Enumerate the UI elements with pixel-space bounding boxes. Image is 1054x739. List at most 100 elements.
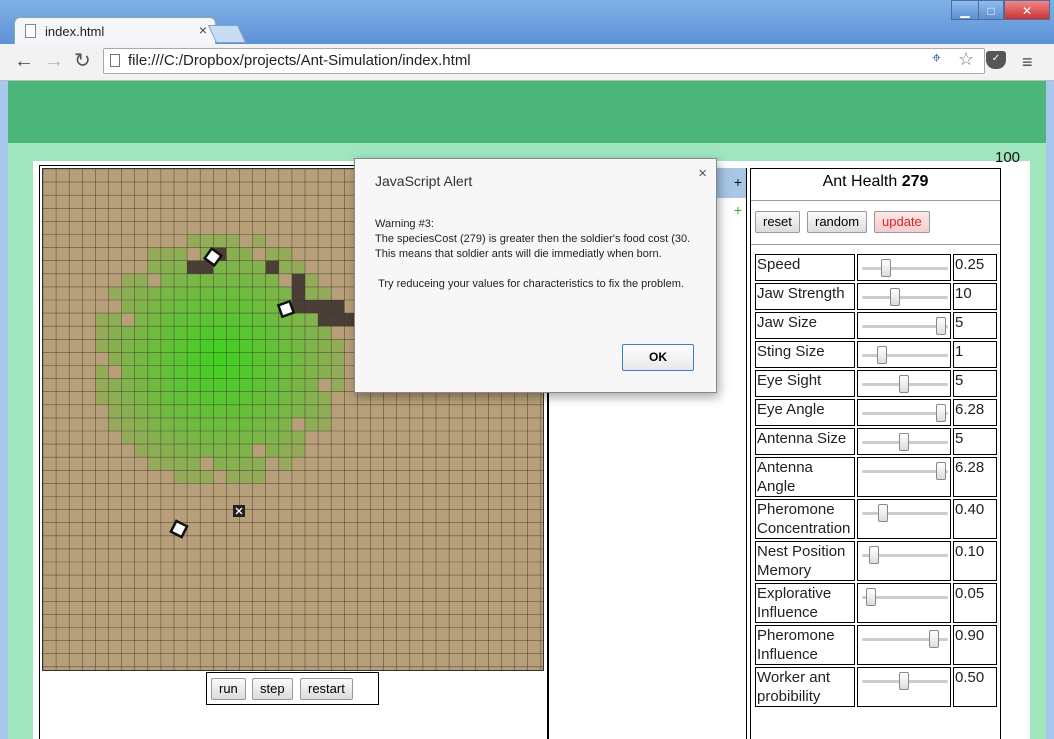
url-text[interactable]: file:///C:/Dropbox/projects/Ant-Simulati… <box>128 52 471 69</box>
param-slider[interactable] <box>857 625 951 665</box>
slider-thumb[interactable] <box>890 288 901 306</box>
param-slider[interactable] <box>857 541 951 581</box>
maximize-button[interactable]: □ <box>978 0 1004 20</box>
pheromone-cell <box>265 286 279 300</box>
param-row: Eye Sight 5 <box>755 370 997 397</box>
slider-thumb[interactable] <box>899 672 909 690</box>
param-value[interactable]: 0.05 <box>953 583 997 623</box>
slider-track[interactable] <box>862 404 948 422</box>
param-value[interactable]: 0.90 <box>953 625 997 665</box>
pheromone-cell <box>121 352 135 366</box>
pheromone-cell <box>239 273 253 287</box>
param-value[interactable]: 0.25 <box>953 254 997 281</box>
param-slider[interactable] <box>857 399 951 426</box>
pheromone-cell <box>200 313 214 327</box>
slider-track[interactable] <box>862 375 948 393</box>
slider-track[interactable] <box>862 433 948 451</box>
slider-track[interactable] <box>862 259 948 277</box>
slider-thumb[interactable] <box>936 317 946 335</box>
slider-thumb[interactable] <box>869 546 880 564</box>
slider-thumb[interactable] <box>880 259 891 277</box>
pheromone-cell <box>121 404 135 418</box>
pheromone-cell <box>147 444 161 458</box>
restart-button[interactable]: restart <box>300 678 353 700</box>
browser-tab[interactable]: index.html × <box>14 17 216 45</box>
param-value[interactable]: 0.40 <box>953 499 997 539</box>
pheromone-cell <box>226 300 240 314</box>
pheromone-cell <box>213 391 227 405</box>
param-slider[interactable] <box>857 254 951 281</box>
slider-thumb[interactable] <box>876 346 887 364</box>
pheromone-cell <box>252 273 266 287</box>
forward-arrow-icon[interactable]: → <box>44 50 64 72</box>
slider-thumb[interactable] <box>936 404 946 422</box>
param-value[interactable]: 1 <box>953 341 997 368</box>
pheromone-cell <box>252 339 266 353</box>
slider-track[interactable] <box>862 504 948 522</box>
param-slider[interactable] <box>857 370 951 397</box>
slider-track[interactable] <box>862 546 948 564</box>
add-species-icon-secondary[interactable]: + <box>734 202 742 218</box>
param-slider[interactable] <box>857 499 951 539</box>
param-value[interactable]: 5 <box>953 370 997 397</box>
pheromone-cell <box>121 339 135 353</box>
param-value[interactable]: 10 <box>953 283 997 310</box>
menu-icon[interactable]: ≡ <box>1022 52 1033 73</box>
param-value[interactable]: 6.28 <box>953 457 997 497</box>
dialog-close-icon[interactable]: × <box>698 165 707 182</box>
slider-thumb[interactable] <box>899 375 909 393</box>
pheromone-cell <box>174 273 188 287</box>
address-bar[interactable]: file:///C:/Dropbox/projects/Ant-Simulati… <box>103 48 985 74</box>
bookmark-star-icon[interactable]: ☆ <box>958 49 974 70</box>
param-slider[interactable] <box>857 341 951 368</box>
slider-thumb[interactable] <box>899 433 909 451</box>
param-value[interactable]: 0.50 <box>953 667 997 707</box>
param-value[interactable]: 5 <box>953 312 997 339</box>
random-button[interactable]: random <box>807 211 868 233</box>
pheromone-cell <box>265 391 279 405</box>
param-slider[interactable] <box>857 667 951 707</box>
slider-track[interactable] <box>862 288 948 306</box>
slider-track[interactable] <box>862 588 948 606</box>
pheromone-cell <box>160 404 174 418</box>
slider-thumb[interactable] <box>878 504 889 522</box>
param-slider[interactable] <box>857 583 951 623</box>
close-window-button[interactable]: ✕ <box>1004 0 1050 20</box>
param-name: Eye Sight <box>755 370 855 397</box>
slider-thumb[interactable] <box>928 630 939 648</box>
page-viewport: 100 run step restart + + Ant Health 279 … <box>8 81 1046 739</box>
slider-track[interactable] <box>862 630 948 648</box>
param-slider[interactable] <box>857 457 951 497</box>
slider-thumb[interactable] <box>865 588 876 606</box>
param-value[interactable]: 5 <box>953 428 997 455</box>
pheromone-cell <box>147 339 161 353</box>
param-value[interactable]: 6.28 <box>953 399 997 426</box>
add-species-icon[interactable]: + <box>734 174 742 190</box>
param-slider[interactable] <box>857 283 951 310</box>
slider-thumb[interactable] <box>936 462 946 480</box>
update-button[interactable]: update <box>874 211 930 233</box>
reset-button[interactable]: reset <box>755 211 800 233</box>
pocket-icon[interactable]: ✓ <box>986 51 1006 69</box>
pheromone-cell <box>160 417 174 431</box>
pheromone-cell <box>305 404 319 418</box>
slider-track[interactable] <box>862 672 948 690</box>
pheromone-cell <box>147 260 161 274</box>
pheromone-cell <box>160 339 174 353</box>
param-slider[interactable] <box>857 428 951 455</box>
tab-close-icon[interactable]: × <box>199 22 207 38</box>
ok-button[interactable]: OK <box>622 344 694 371</box>
reload-icon[interactable]: ↻ <box>74 50 91 72</box>
back-arrow-icon[interactable]: ← <box>14 50 34 72</box>
param-row: Nest Position Memory 0.10 <box>755 541 997 581</box>
run-button[interactable]: run <box>211 678 246 700</box>
slider-track[interactable] <box>862 462 948 480</box>
minimize-button[interactable]: ▁ <box>951 0 979 20</box>
slider-track[interactable] <box>862 317 948 335</box>
ant-icon <box>276 299 296 319</box>
extension-icon[interactable]: ⌖ <box>932 50 941 68</box>
slider-track[interactable] <box>862 346 948 364</box>
step-button[interactable]: step <box>252 678 293 700</box>
param-slider[interactable] <box>857 312 951 339</box>
param-value[interactable]: 0.10 <box>953 541 997 581</box>
